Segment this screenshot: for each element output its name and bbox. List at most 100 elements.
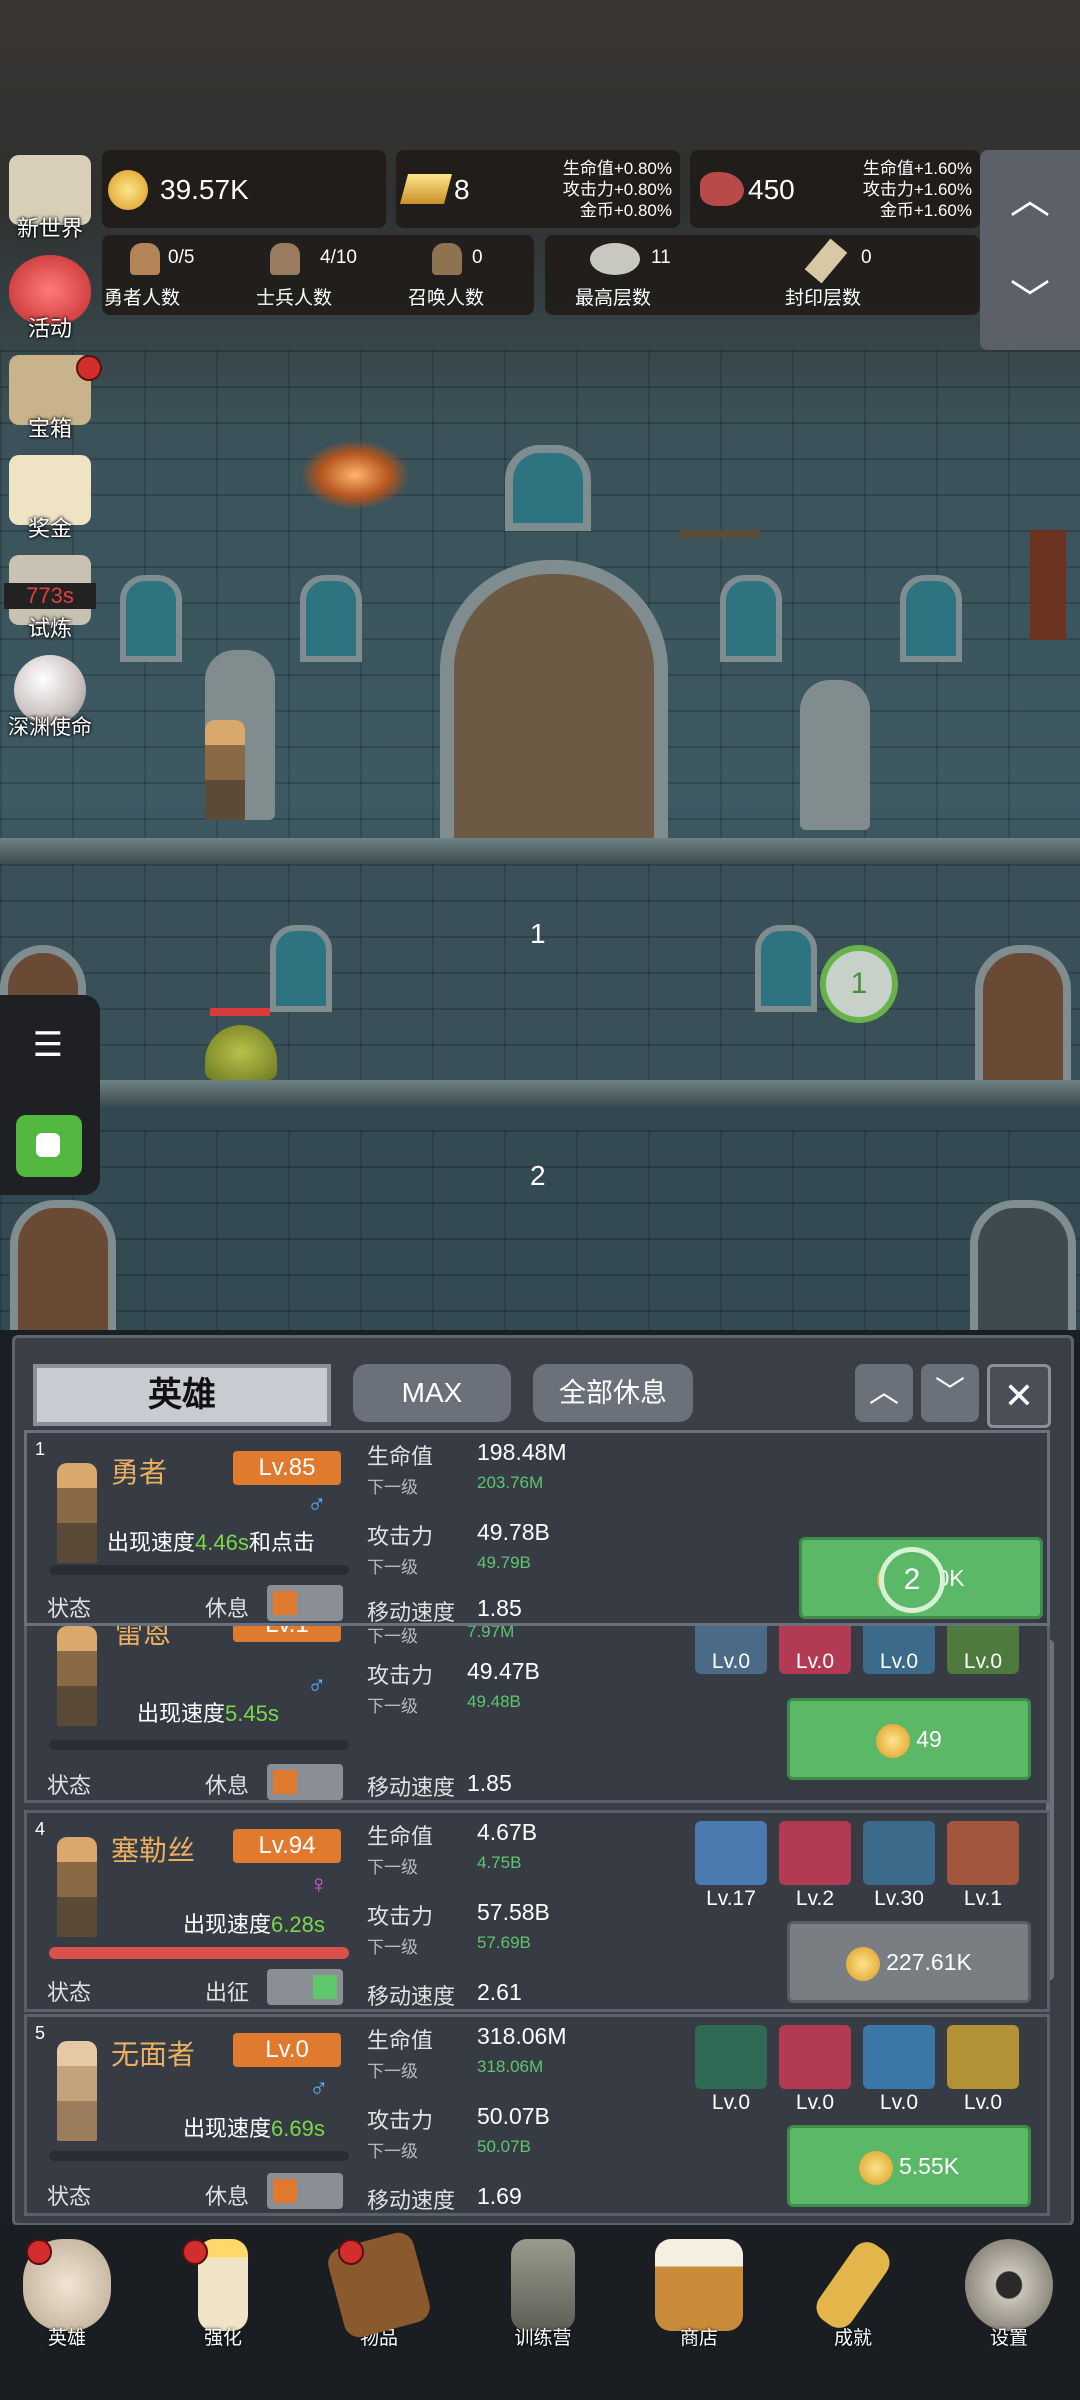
- panel-close-button[interactable]: ✕: [987, 1364, 1051, 1428]
- deploy-label: 出征: [205, 1980, 250, 2005]
- status-toggle[interactable]: [267, 2173, 343, 2209]
- floor-number-2: 2: [530, 1160, 546, 1191]
- hp-value: 318.06M: [477, 2023, 567, 2049]
- male-icon: ♂: [307, 1670, 327, 1700]
- atk-next-value: 57.69B: [477, 1933, 531, 1952]
- play-icon: [36, 1133, 60, 1157]
- side-menu-abyss-mission[interactable]: 深渊使命: [4, 655, 96, 745]
- window: [300, 575, 362, 662]
- atk-next-value: 49.48B: [467, 1692, 521, 1711]
- status-toggle[interactable]: [267, 1585, 343, 1621]
- atk-value: 50.07B: [477, 2103, 550, 2129]
- menu-toggle-button[interactable]: ☰: [20, 1017, 76, 1073]
- side-menu-new-world[interactable]: 新世界: [4, 155, 96, 245]
- rest-label: 休息: [205, 1596, 250, 1621]
- helmet-equip-slot[interactable]: [947, 2025, 1019, 2089]
- female-icon: ♀: [309, 1869, 329, 1899]
- scroll-down-button[interactable]: ﹀: [980, 250, 1080, 350]
- side-menu-label: 新世界: [16, 216, 83, 241]
- nav-shop[interactable]: 商店: [644, 2239, 754, 2350]
- hp-next-value: 318.06M: [477, 2057, 544, 2076]
- appear-speed: 出现速度6.28s: [183, 1912, 325, 1937]
- hero-level-badge: Lv.94: [233, 1829, 341, 1863]
- target-marker[interactable]: 1: [820, 945, 898, 1023]
- chevron-up-icon: ︿: [1010, 178, 1050, 222]
- rest-all-button[interactable]: 全部休息: [533, 1364, 693, 1422]
- lantern-icon: [511, 2239, 575, 2331]
- nav-hero[interactable]: 英雄: [12, 2239, 122, 2350]
- gold-coin-icon: [846, 1946, 881, 1981]
- boots-equip-slot[interactable]: [863, 2025, 935, 2089]
- hero-row[interactable]: 1 勇者 Lv.85 ♂ 出现速度4.46s和点击 状态 休息 生命值 198.…: [24, 1430, 1050, 1626]
- hero-row[interactable]: 雷恩 Lv.1 ♂ 出现速度5.45s 状态 休息 下一级 7.97M 攻击力 …: [24, 1608, 1050, 1803]
- side-menu-bonus[interactable]: 奖金: [4, 455, 96, 545]
- atk-next-value: 49.79B: [477, 1553, 531, 1572]
- hero-row[interactable]: 4 塞勒丝 Lv.94 ♀ 出现速度6.28s 状态 出征 生命值 4.67B …: [24, 1810, 1050, 2012]
- hero-health-bar: [49, 1565, 349, 1575]
- chevron-down-icon: ﹀: [1010, 278, 1050, 322]
- status-toggle[interactable]: [267, 1764, 343, 1800]
- boots-equip-slot[interactable]: [863, 1821, 935, 1885]
- lower-wall: [0, 864, 1080, 1084]
- side-menu-label: 活动: [27, 316, 72, 341]
- scroll-up-button[interactable]: ︿: [980, 150, 1080, 250]
- nav-label: 强化: [203, 2328, 242, 2349]
- sword-equip-slot[interactable]: [779, 2025, 851, 2089]
- upgrade-button[interactable]: 49: [787, 1698, 1031, 1780]
- equip-level: Lv.2: [795, 1887, 835, 1910]
- status-toggle[interactable]: [267, 1969, 343, 2005]
- max-floor-label: 最高层数: [575, 288, 652, 309]
- shield-equip-slot[interactable]: [695, 1821, 767, 1885]
- side-menu-chest[interactable]: 宝箱: [4, 355, 102, 445]
- nav-training-camp[interactable]: 训练营: [488, 2239, 598, 2350]
- record-button[interactable]: [16, 1115, 82, 1177]
- nav-settings[interactable]: 设置: [954, 2239, 1064, 2350]
- atk-next-value: 50.07B: [477, 2137, 531, 2156]
- male-icon: ♂: [307, 1489, 327, 1519]
- hero-sprite[interactable]: [205, 720, 245, 820]
- move-label: 移动速度: [367, 1600, 456, 1625]
- max-button[interactable]: MAX: [353, 1364, 511, 1422]
- side-menu-label: 奖金: [27, 516, 72, 541]
- notification-dot: [338, 2239, 364, 2265]
- equip-level: Lv.0: [879, 2091, 919, 2114]
- upgrade-button[interactable]: 5.55K: [787, 2125, 1031, 2207]
- weapon-equip-slot[interactable]: [695, 2025, 767, 2089]
- nav-achievements[interactable]: 成就: [798, 2235, 908, 2350]
- floor-number-1: 1: [530, 918, 546, 949]
- appear-speed: 出现速度4.46s和点击: [107, 1530, 315, 1555]
- hp-next-label: 下一级: [367, 1858, 418, 1877]
- status-label: 状态: [47, 1773, 92, 1798]
- soldier-count-value: 4/10: [320, 247, 357, 268]
- side-menu-trial[interactable]: 773s 试炼: [4, 555, 96, 645]
- stone-icon: [590, 243, 640, 275]
- unit-counts: 0/5 勇者人数 4/10 士兵人数 0 召唤人数: [102, 235, 534, 315]
- gold-bar-bonus: 生命值+0.80% 攻击力+0.80% 金币+0.80%: [562, 159, 672, 220]
- equip-level: Lv.0: [711, 2091, 751, 2114]
- weapon-equip-slot[interactable]: [779, 1821, 851, 1885]
- equip-level: Lv.0: [795, 2091, 835, 2114]
- panel-down-button[interactable]: ﹀: [921, 1364, 979, 1422]
- helmet-equip-slot[interactable]: [947, 1821, 1019, 1885]
- atk-value: 49.47B: [467, 1658, 540, 1684]
- hp-value: 4.67B: [477, 1819, 538, 1845]
- gold-coin-icon: [858, 2150, 893, 2185]
- nav-enhance[interactable]: 强化: [168, 2239, 278, 2350]
- summon-count-value: 0: [472, 247, 483, 268]
- window: [505, 445, 591, 531]
- floating-toolbar: ☰: [0, 995, 100, 1195]
- seal-floor-label: 封印层数: [785, 288, 862, 309]
- tutorial-marker[interactable]: 2: [879, 1547, 945, 1613]
- rest-label: 休息: [205, 2184, 250, 2209]
- hero-portrait: [57, 1463, 97, 1563]
- floor-ledge: [0, 838, 1080, 864]
- panel-up-button[interactable]: ︿: [855, 1364, 913, 1422]
- gold-bar-value: 8: [454, 174, 470, 205]
- nav-items[interactable]: 物品: [324, 2229, 434, 2350]
- hero-row[interactable]: 5 无面者 Lv.0 ♂ 出现速度6.69s 状态 休息 生命值 318.06M…: [24, 2014, 1050, 2216]
- upgrade-button[interactable]: 227.61K: [787, 1921, 1031, 2003]
- hero-name: 无面者: [111, 2039, 196, 2070]
- window: [755, 925, 817, 1012]
- side-menu-events[interactable]: 活动: [4, 255, 96, 345]
- hp-next-label: 下一级: [367, 2062, 418, 2081]
